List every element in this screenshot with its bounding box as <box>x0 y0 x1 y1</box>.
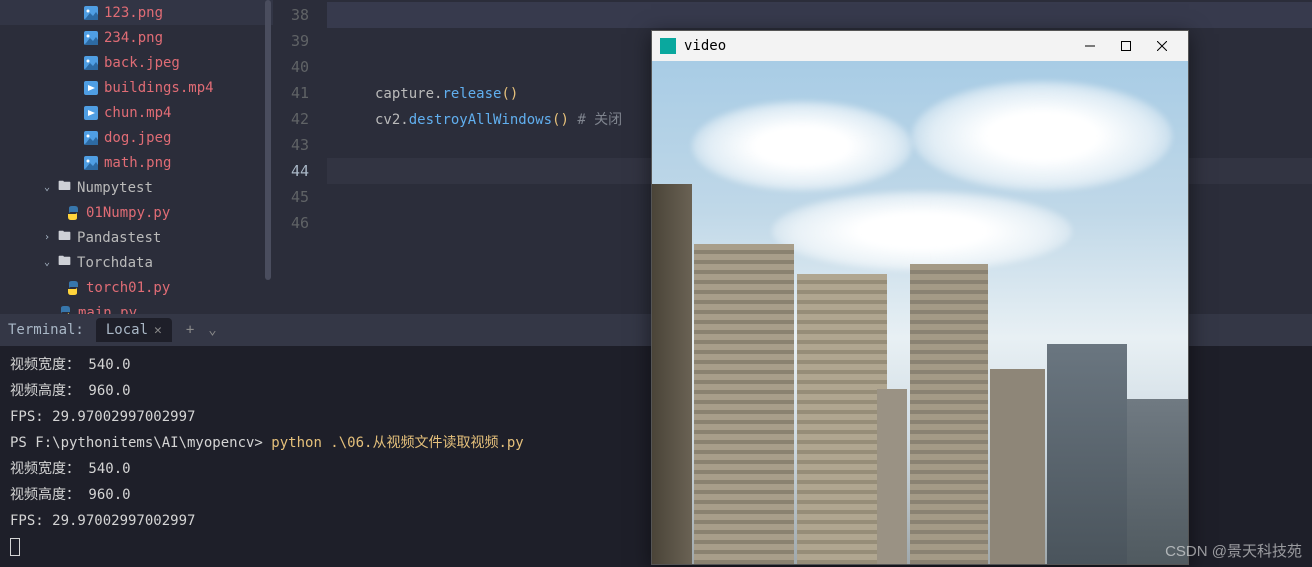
line-number[interactable]: 45 <box>273 184 309 210</box>
file-name: back.jpeg <box>104 55 180 71</box>
py-file-icon <box>66 206 80 220</box>
tree-item-Torchdata[interactable]: ⌄🖿Torchdata <box>0 250 273 275</box>
chevron-down-icon[interactable]: ⌄ <box>40 257 54 268</box>
tree-item-back-jpeg[interactable]: back.jpeg <box>0 50 273 75</box>
watermark: CSDN @景天科技苑 <box>1165 540 1302 561</box>
window-title: video <box>684 38 1072 54</box>
tree-item-buildings-mp4[interactable]: buildings.mp4 <box>0 75 273 100</box>
tree-item-dog-jpeg[interactable]: dog.jpeg <box>0 125 273 150</box>
line-number[interactable]: 41 <box>273 80 309 106</box>
file-name: dog.jpeg <box>104 130 171 146</box>
tree-item-main-py[interactable]: main.py <box>0 300 273 314</box>
window-titlebar[interactable]: video <box>652 31 1188 61</box>
line-number[interactable]: 46 <box>273 210 309 236</box>
chevron-down-icon[interactable]: ⌄ <box>208 322 216 338</box>
terminal-label: Terminal: <box>8 322 84 338</box>
maximize-button[interactable] <box>1108 32 1144 60</box>
video-frame <box>652 61 1188 564</box>
tree-item-math-png[interactable]: math.png <box>0 150 273 175</box>
app-icon <box>660 38 676 54</box>
file-tree-sidebar: 123.png 234.png back.jpeg buildings.mp4 chun… <box>0 0 273 314</box>
tree-item-234-png[interactable]: 234.png <box>0 25 273 50</box>
close-icon[interactable]: ✕ <box>154 323 162 338</box>
file-name: Pandastest <box>77 230 161 246</box>
chevron-down-icon[interactable]: ⌄ <box>40 182 54 193</box>
sidebar-scrollbar[interactable] <box>265 0 271 280</box>
file-name: 01Numpy.py <box>86 205 170 221</box>
close-button[interactable] <box>1144 32 1180 60</box>
terminal-tab-local[interactable]: Local ✕ <box>96 318 172 342</box>
img-file-icon <box>84 6 98 20</box>
line-number[interactable]: 40 <box>273 54 309 80</box>
vid-file-icon <box>84 106 98 120</box>
line-number[interactable]: 44 <box>273 158 309 184</box>
line-gutter: 383940414243444546 <box>273 0 327 314</box>
file-name: 234.png <box>104 30 163 46</box>
file-name: Torchdata <box>77 255 153 271</box>
img-file-icon <box>84 156 98 170</box>
file-name: chun.mp4 <box>104 105 171 121</box>
tree-item-torch01-py[interactable]: torch01.py <box>0 275 273 300</box>
vid-file-icon <box>84 81 98 95</box>
line-number[interactable]: 42 <box>273 106 309 132</box>
tree-item-chun-mp4[interactable]: chun.mp4 <box>0 100 273 125</box>
file-name: torch01.py <box>86 280 170 296</box>
minimize-button[interactable] <box>1072 32 1108 60</box>
tree-item-Pandastest[interactable]: ›🖿Pandastest <box>0 225 273 250</box>
file-name: math.png <box>104 155 171 171</box>
file-name: buildings.mp4 <box>104 80 214 96</box>
tree-item-01Numpy-py[interactable]: 01Numpy.py <box>0 200 273 225</box>
img-file-icon <box>84 131 98 145</box>
video-preview-window[interactable]: video <box>651 30 1189 565</box>
img-file-icon <box>84 56 98 70</box>
line-number[interactable]: 38 <box>273 2 309 28</box>
file-name: 123.png <box>104 5 163 21</box>
py-file-icon <box>58 306 72 315</box>
tree-item-123-png[interactable]: 123.png <box>0 0 273 25</box>
line-number[interactable]: 39 <box>273 28 309 54</box>
add-terminal-icon[interactable]: + <box>186 322 194 338</box>
code-line <box>327 2 1312 28</box>
file-name: Numpytest <box>77 180 153 196</box>
chevron-right-icon[interactable]: › <box>40 232 54 243</box>
line-number[interactable]: 43 <box>273 132 309 158</box>
py-file-icon <box>66 281 80 295</box>
file-name: main.py <box>78 305 137 315</box>
img-file-icon <box>84 31 98 45</box>
tree-item-Numpytest[interactable]: ⌄🖿Numpytest <box>0 175 273 200</box>
